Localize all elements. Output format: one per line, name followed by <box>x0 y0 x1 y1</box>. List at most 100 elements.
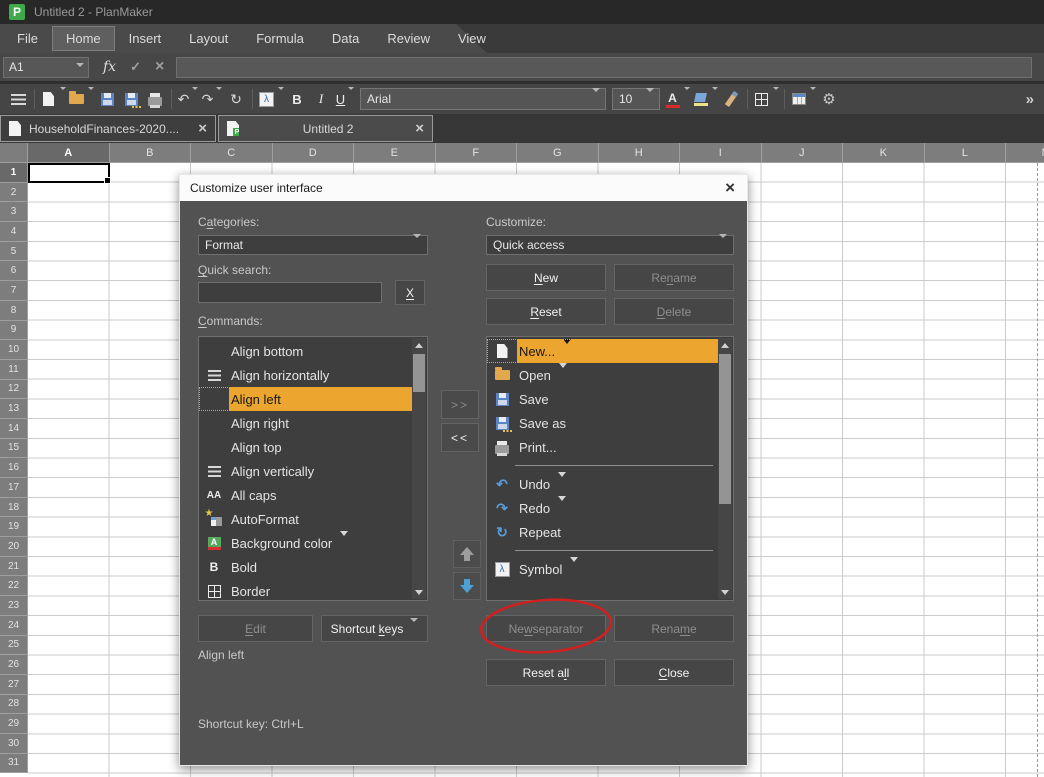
row-header[interactable]: 13 <box>0 399 28 419</box>
insert-function-icon[interactable]: fx <box>103 59 116 75</box>
main-menu-button[interactable] <box>7 87 29 111</box>
reset-button[interactable]: Reset <box>486 298 606 325</box>
row-header[interactable]: 29 <box>0 714 28 734</box>
rename-toolbar-button[interactable]: Rename <box>614 264 734 291</box>
new-toolbar-button[interactable]: New <box>486 264 606 291</box>
toolbar-overflow-button[interactable]: » <box>1026 91 1034 108</box>
row-header[interactable]: 27 <box>0 675 28 695</box>
column-header[interactable]: G <box>517 143 599 163</box>
move-up-button[interactable] <box>453 540 481 568</box>
command-item[interactable]: ABackground color <box>199 531 412 555</box>
scrollbar-thumb[interactable] <box>413 354 425 392</box>
column-header[interactable]: J <box>762 143 844 163</box>
clear-search-button[interactable]: X <box>395 280 425 305</box>
quick-access-item[interactable]: Print... <box>487 435 718 459</box>
row-header[interactable]: 22 <box>0 576 28 596</box>
open-button[interactable] <box>68 87 94 111</box>
dropdown-arrow-icon[interactable] <box>684 90 690 108</box>
dropdown-arrow-icon[interactable] <box>558 477 566 492</box>
print-button[interactable] <box>144 87 166 111</box>
select-all-corner[interactable] <box>0 143 28 163</box>
command-item[interactable]: Align right <box>199 411 412 435</box>
command-item[interactable]: Align vertically <box>199 459 412 483</box>
column-header[interactable]: E <box>354 143 436 163</box>
dropdown-arrow-icon[interactable] <box>570 562 578 577</box>
column-header[interactable]: A <box>28 143 110 163</box>
command-item[interactable]: AutoFormat <box>199 507 412 531</box>
row-header[interactable]: 15 <box>0 439 28 459</box>
row-header[interactable]: 30 <box>0 734 28 754</box>
remove-command-button[interactable]: << <box>441 423 479 452</box>
cell-reference-box[interactable]: A1 <box>3 57 89 78</box>
delete-button[interactable]: Delete <box>614 298 734 325</box>
dropdown-arrow-icon[interactable] <box>60 90 66 108</box>
dropdown-arrow-icon[interactable] <box>773 90 779 108</box>
column-header[interactable]: H <box>599 143 681 163</box>
quick-access-scrollbar[interactable] <box>718 338 732 599</box>
scroll-down-icon[interactable] <box>718 585 732 599</box>
menu-item-view[interactable]: View <box>445 27 499 50</box>
categories-select[interactable]: Format <box>198 235 428 255</box>
menu-item-formula[interactable]: Formula <box>243 27 317 50</box>
repeat-button[interactable]: ↻ <box>225 87 247 111</box>
italic-button[interactable]: I <box>310 87 332 111</box>
close-button[interactable]: Close <box>614 659 734 686</box>
scrollbar-thumb[interactable] <box>719 354 731 504</box>
quick-access-list[interactable]: New...OpenSaveSave asPrint...↶Undo↷Redo↻… <box>486 336 734 601</box>
settings-button[interactable]: ⚙ <box>818 87 840 111</box>
cancel-entry-icon[interactable]: × <box>155 60 164 74</box>
commands-list[interactable]: Align bottomAlign horizontallyAlign left… <box>198 336 428 601</box>
add-command-button[interactable]: >> <box>441 390 479 419</box>
undo-button[interactable]: ↶ <box>177 87 199 111</box>
borders-button[interactable] <box>753 87 779 111</box>
quick-access-item[interactable]: Save as <box>487 411 718 435</box>
row-header[interactable]: 26 <box>0 655 28 675</box>
dropdown-arrow-icon[interactable] <box>192 90 198 108</box>
command-item[interactable]: Align top <box>199 435 412 459</box>
dropdown-arrow-icon[interactable] <box>563 344 571 359</box>
command-item[interactable]: Align horizontally <box>199 363 412 387</box>
row-header[interactable]: 11 <box>0 360 28 380</box>
document-tab[interactable]: HouseholdFinances-2020....× <box>0 115 216 142</box>
formula-input[interactable] <box>176 57 1032 78</box>
row-header[interactable]: 10 <box>0 340 28 360</box>
dropdown-arrow-icon[interactable] <box>712 90 718 108</box>
format-painter-button[interactable] <box>720 87 742 111</box>
underline-button[interactable]: U <box>334 87 356 111</box>
selected-cell[interactable] <box>28 163 110 183</box>
fill-handle[interactable] <box>104 177 111 184</box>
column-header[interactable]: B <box>110 143 192 163</box>
menu-item-review[interactable]: Review <box>374 27 443 50</box>
row-header[interactable]: 23 <box>0 596 28 616</box>
row-header[interactable]: 20 <box>0 537 28 557</box>
row-header[interactable]: 2 <box>0 183 28 203</box>
row-header[interactable]: 24 <box>0 616 28 636</box>
reset-all-button[interactable]: Reset all <box>486 659 606 686</box>
row-header[interactable]: 4 <box>0 222 28 242</box>
column-header[interactable]: I <box>680 143 762 163</box>
command-item[interactable]: Align left <box>199 387 412 411</box>
edit-button[interactable]: Edit <box>198 615 313 642</box>
save-as-button[interactable] <box>120 87 142 111</box>
tab-close-icon[interactable]: × <box>415 122 424 136</box>
column-header[interactable]: F <box>436 143 518 163</box>
rename-item-button[interactable]: Rename <box>614 615 734 642</box>
dropdown-arrow-icon[interactable] <box>88 90 94 108</box>
document-tab-active[interactable]: Untitled 2× <box>218 115 433 142</box>
scroll-up-icon[interactable] <box>412 338 426 352</box>
column-header[interactable]: L <box>925 143 1007 163</box>
row-header[interactable]: 9 <box>0 321 28 341</box>
row-header[interactable]: 5 <box>0 242 28 262</box>
row-header[interactable]: 8 <box>0 301 28 321</box>
menu-item-data[interactable]: Data <box>319 27 372 50</box>
chevron-down-icon[interactable] <box>592 92 600 106</box>
quick-access-item[interactable]: ↻Repeat <box>487 520 718 544</box>
dropdown-arrow-icon[interactable] <box>810 90 816 108</box>
quick-access-item[interactable]: Save <box>487 387 718 411</box>
dropdown-arrow-icon[interactable] <box>216 90 222 108</box>
column-header[interactable]: C <box>191 143 273 163</box>
scroll-down-icon[interactable] <box>412 585 426 599</box>
row-header[interactable]: 12 <box>0 380 28 400</box>
cell-styles-button[interactable] <box>790 87 816 111</box>
row-header[interactable]: 3 <box>0 202 28 222</box>
